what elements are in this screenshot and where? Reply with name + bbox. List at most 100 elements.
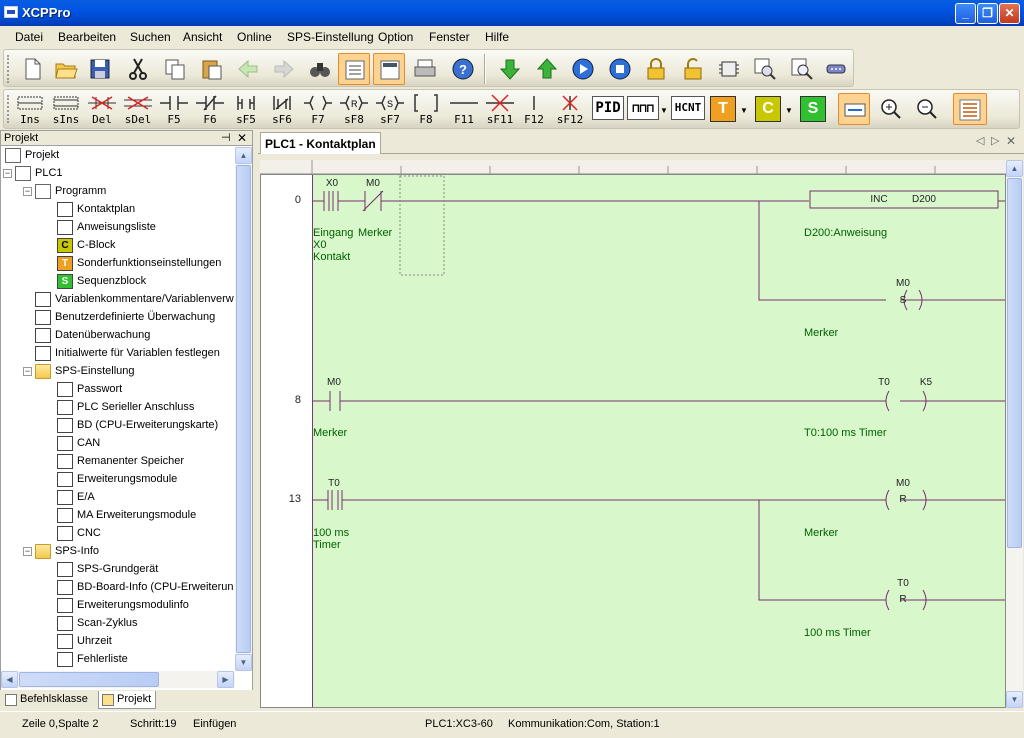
ladder-view-button[interactable] (338, 53, 370, 85)
scroll-left-icon[interactable]: ◀ (1, 671, 18, 688)
tab-befehlsklasse[interactable]: Befehlsklasse (2, 691, 96, 709)
ladder-diagram[interactable]: 0 8 13 X0 M0 INC D200 M0 S Eingang X0 Ko… (260, 174, 1006, 708)
lock-icon[interactable] (640, 53, 672, 85)
pid-button[interactable]: PID (592, 96, 624, 120)
m0-contact[interactable]: M0 (324, 377, 344, 388)
hcnt-button[interactable]: HCNT (671, 96, 705, 120)
menu-fenster[interactable]: Fenster (429, 30, 470, 44)
help-icon[interactable]: ? (447, 53, 479, 85)
toolbar-grip[interactable] (7, 95, 10, 123)
search-document-icon[interactable] (786, 53, 818, 85)
parallel-no-button[interactable]: sF5 (228, 92, 264, 128)
inc-instruction[interactable]: INC (859, 194, 899, 205)
timer-dropdown-icon[interactable]: ▼ (740, 106, 748, 115)
t0-reset-coil[interactable]: T0 (893, 578, 913, 589)
tab-prev-icon[interactable]: ◁ (976, 134, 984, 147)
comment-view-button[interactable] (838, 93, 870, 125)
pin-icon[interactable]: ⊣ (221, 131, 231, 144)
collapse-toggle-icon[interactable]: − (3, 169, 12, 178)
scroll-up-icon[interactable]: ▲ (1006, 160, 1023, 177)
ladder-layout-button[interactable] (953, 93, 987, 125)
zoom-in-icon[interactable] (875, 93, 907, 125)
toolbar-grip[interactable] (7, 55, 10, 83)
reset-coil-button[interactable]: R sF8 (336, 92, 372, 128)
tab-projekt[interactable]: Projekt (98, 691, 156, 709)
menu-bearbeiten[interactable]: Bearbeiten (58, 30, 116, 44)
upload-icon[interactable] (531, 53, 563, 85)
print-icon[interactable] (409, 53, 441, 85)
new-file-icon[interactable] (16, 53, 48, 85)
cut-icon[interactable] (122, 53, 154, 85)
paste-icon[interactable] (196, 53, 228, 85)
horizontal-line-button[interactable]: F11 (446, 92, 482, 128)
menu-hilfe[interactable]: Hilfe (485, 30, 509, 44)
memory-icon[interactable] (713, 53, 745, 85)
save-icon[interactable] (84, 53, 116, 85)
forward-arrow-icon[interactable] (268, 53, 300, 85)
delete-vertical-button[interactable]: sF12 (552, 92, 588, 128)
delete-horizontal-button[interactable]: sF11 (482, 92, 518, 128)
menu-suchen[interactable]: Suchen (130, 30, 171, 44)
vertical-line-button[interactable]: F12 (516, 92, 552, 128)
maximize-button[interactable]: ❐ (977, 3, 998, 24)
close-button[interactable]: ✕ (999, 3, 1020, 24)
scroll-thumb[interactable] (236, 165, 251, 653)
collapse-toggle-icon[interactable]: − (23, 187, 32, 196)
t0-rising-contact[interactable]: T0 (324, 478, 344, 489)
scroll-down-icon[interactable]: ▼ (235, 654, 252, 671)
shift-delete-button[interactable]: sDel (120, 92, 156, 128)
binoculars-icon[interactable] (304, 53, 336, 85)
parallel-nc-button[interactable]: sF6 (264, 92, 300, 128)
coil-button[interactable]: F7 (300, 92, 336, 128)
x0-contact[interactable]: X0 (322, 178, 342, 189)
pulse-button[interactable]: ⊓⊓⊓ (627, 96, 659, 120)
counter-dropdown-icon[interactable]: ▼ (785, 106, 793, 115)
back-arrow-icon[interactable] (232, 53, 264, 85)
k5-constant[interactable]: K5 (916, 377, 936, 388)
project-vertical-scrollbar[interactable]: ▲ ▼ (235, 147, 252, 671)
run-icon[interactable] (567, 53, 599, 85)
serial-port-icon[interactable] (820, 53, 852, 85)
menu-option[interactable]: Option (378, 30, 413, 44)
m0-reset-coil[interactable]: M0 (893, 478, 913, 489)
panel-close-icon[interactable]: ✕ (237, 131, 247, 145)
project-horizontal-scrollbar[interactable]: ◀ ▶ (1, 671, 235, 688)
scroll-thumb[interactable] (1007, 178, 1022, 548)
d200-operand[interactable]: D200 (904, 194, 944, 205)
sequence-button[interactable]: S (800, 96, 826, 122)
tab-next-icon[interactable]: ▷ (991, 134, 999, 147)
m0-set-coil[interactable]: M0 (893, 278, 913, 289)
collapse-toggle-icon[interactable]: − (23, 367, 32, 376)
pulse-dropdown-icon[interactable]: ▼ (660, 106, 668, 115)
tab-close-icon[interactable]: ✕ (1006, 134, 1016, 148)
menu-datei[interactable]: Datei (15, 30, 43, 44)
timer-button[interactable]: T (710, 96, 736, 122)
zoom-out-icon[interactable] (911, 93, 943, 125)
counter-button[interactable]: C (755, 96, 781, 122)
scroll-down-icon[interactable]: ▼ (1006, 691, 1023, 708)
scroll-thumb[interactable] (19, 672, 159, 687)
minimize-button[interactable]: _ (955, 3, 976, 24)
editor-vertical-scrollbar[interactable]: ▲ ▼ (1006, 160, 1023, 708)
set-coil-button[interactable]: S sF7 (372, 92, 408, 128)
t0-timer-coil[interactable]: T0 (874, 377, 894, 388)
no-contact-button[interactable]: F5 (156, 92, 192, 128)
unlock-icon[interactable] (677, 53, 709, 85)
m0-nc-contact[interactable]: M0 (363, 178, 383, 189)
insert-button[interactable]: Ins (12, 92, 48, 128)
scroll-up-icon[interactable]: ▲ (235, 147, 252, 164)
delete-button[interactable]: Del (84, 92, 120, 128)
instruction-view-button[interactable] (373, 53, 405, 85)
stop-icon[interactable] (604, 53, 636, 85)
editor-tab[interactable]: PLC1 - Kontaktplan (260, 132, 381, 154)
download-icon[interactable] (494, 53, 526, 85)
shift-insert-button[interactable]: sIns (48, 92, 84, 128)
menu-online[interactable]: Online (237, 30, 272, 44)
copy-icon[interactable] (159, 53, 191, 85)
instruction-button[interactable]: F8 (408, 92, 444, 128)
scroll-right-icon[interactable]: ▶ (217, 671, 234, 688)
menu-sps-einstellung[interactable]: SPS-Einstellung (287, 30, 374, 44)
open-folder-icon[interactable] (50, 53, 82, 85)
menu-ansicht[interactable]: Ansicht (183, 30, 222, 44)
monitor-icon[interactable] (749, 53, 781, 85)
